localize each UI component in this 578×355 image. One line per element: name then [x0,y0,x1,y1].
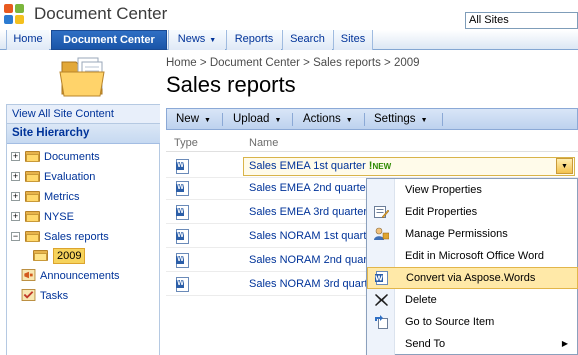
site-title[interactable]: Document Center [34,4,167,24]
chevron-down-icon: ▼ [204,117,211,124]
expand-icon[interactable]: + [11,172,20,181]
tab-document-center[interactable]: Document Center [51,30,167,50]
tree-item-metrics[interactable]: + Metrics [11,188,156,206]
search-scope-select[interactable]: All Sites [465,12,578,29]
toolbar-separator [364,113,365,126]
folder-icon [25,210,40,222]
folder-icon [25,230,40,242]
menu-item-send-to[interactable]: Send To ▶ [367,333,578,355]
tab-sites[interactable]: Sites [333,30,373,50]
breadcrumb: Home > Document Center > Sales reports >… [166,57,420,69]
delete-icon [375,294,388,306]
upload-menu-button[interactable]: Upload ▼ [233,109,281,129]
expand-icon[interactable]: + [11,212,20,221]
breadcrumb-sales-reports[interactable]: Sales reports [313,57,381,69]
menu-item-edit-in-word[interactable]: Edit in Microsoft Office Word [367,245,578,267]
menu-item-go-to-source[interactable]: Go to Source Item [367,311,578,333]
site-hierarchy-heading: Site Hierarchy [7,124,160,144]
word-document-icon[interactable] [176,277,189,292]
toolbar-separator [292,113,293,126]
tab-reports[interactable]: Reports [226,30,281,50]
context-menu: View Properties Edit Properties Manage P… [366,178,578,355]
menu-item-delete[interactable]: Delete [367,289,578,311]
submenu-arrow-icon: ▶ [561,339,568,348]
breadcrumb-home[interactable]: Home [166,57,197,69]
tab-news[interactable]: News ▼ [168,30,225,50]
folder-icon [58,54,110,98]
sharepoint-logo-icon[interactable] [4,4,26,26]
tree-item-2009[interactable]: 2009 [31,247,156,265]
top-navigation: Home Document Center News ▼ Reports Searc… [0,30,578,50]
toolbar-separator [442,113,443,126]
new-menu-button[interactable]: New ▼ [176,109,211,129]
title-bar: Document Center All Sites [0,0,578,30]
permissions-icon [374,227,389,240]
menu-item-convert-aspose-words[interactable]: W Convert via Aspose.Words [367,267,578,289]
document-link[interactable]: Sales NORAM 1st quarter [249,230,376,242]
folder-icon [25,170,40,182]
document-link[interactable]: Sales EMEA 1st quarter !NEW [249,160,391,172]
tree-item-announcements[interactable]: Announcements [21,267,156,285]
document-link[interactable]: Sales EMEA 2nd quarter [249,182,369,194]
tree-item-evaluation[interactable]: + Evaluation [11,168,156,186]
page-title: Sales reports [166,72,296,97]
word-document-icon[interactable] [176,181,189,196]
tree-item-nyse[interactable]: + NYSE [11,208,156,226]
column-header-name[interactable]: Name [249,137,278,149]
tab-home[interactable]: Home [6,30,49,50]
word-document-icon[interactable] [176,159,189,174]
breadcrumb-document-center[interactable]: Document Center [210,57,300,69]
chevron-down-icon: ▼ [209,37,217,44]
tree-item-documents[interactable]: + Documents [11,148,156,166]
document-link[interactable]: Sales EMEA 3rd quarter [249,206,367,218]
menu-item-view-properties[interactable]: View Properties [367,179,578,201]
menu-item-manage-permissions[interactable]: Manage Permissions [367,223,578,245]
settings-menu-button[interactable]: Settings ▼ [374,109,428,129]
actions-menu-button[interactable]: Actions ▼ [303,109,353,129]
source-item-icon [375,315,388,329]
list-toolbar: New ▼ Upload ▼ Actions ▼ Settings ▼ [166,108,578,130]
open-folder-icon [33,249,48,261]
tree-item-sales-reports[interactable]: − Sales reports [11,228,156,246]
word-document-icon[interactable] [176,253,189,268]
menu-item-edit-properties[interactable]: Edit Properties [367,201,578,223]
view-all-site-content-link[interactable]: View All Site Content [7,104,160,124]
document-link[interactable]: Sales NORAM 3rd quarter [249,278,377,290]
collapse-icon[interactable]: − [11,232,20,241]
expand-icon[interactable]: + [11,152,20,161]
toolbar-separator [222,113,223,126]
word-document-icon[interactable] [176,229,189,244]
header-divider [166,151,578,152]
chevron-down-icon[interactable]: ▼ [556,158,573,174]
new-badge: !NEW [368,160,392,172]
folder-icon [25,190,40,202]
aspose-words-icon: W [375,271,388,285]
tasks-icon [21,289,36,301]
word-document-icon[interactable] [176,205,189,220]
svg-text:W: W [375,275,383,283]
folder-icon [25,150,40,162]
tree-item-tasks[interactable]: Tasks [21,287,156,305]
document-link[interactable]: Sales NORAM 2nd quarter [249,254,380,266]
left-navigation: View All Site Content Site Hierarchy + D… [6,104,160,355]
expand-icon[interactable]: + [11,192,20,201]
tab-search[interactable]: Search [282,30,332,50]
chevron-down-icon: ▼ [345,117,353,124]
announcements-icon [21,269,36,281]
breadcrumb-current: 2009 [393,57,420,69]
edit-properties-icon [374,206,389,219]
chevron-down-icon: ▼ [420,117,428,124]
column-header-type[interactable]: Type [174,137,198,149]
table-row[interactable]: Sales EMEA 1st quarter!NEW ▼ [166,156,578,178]
chevron-down-icon: ▼ [274,117,282,124]
